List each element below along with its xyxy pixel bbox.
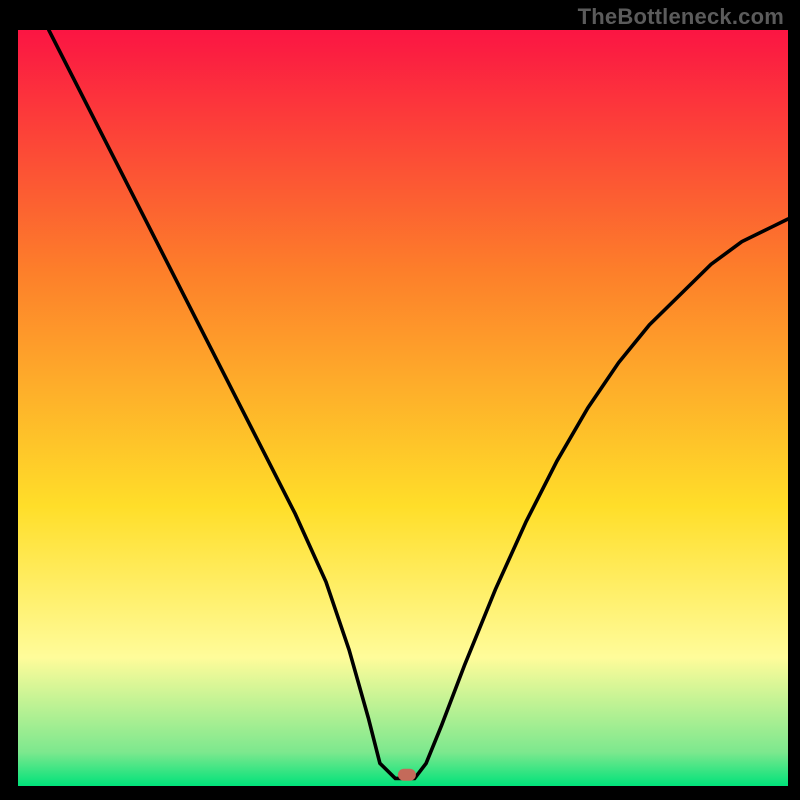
bottleneck-chart: TheBottleneck.com <box>0 0 800 800</box>
plot-area <box>18 30 788 786</box>
gradient-background <box>18 30 788 786</box>
minimum-marker <box>398 769 416 781</box>
watermark-text: TheBottleneck.com <box>578 4 784 30</box>
chart-svg <box>18 30 788 786</box>
